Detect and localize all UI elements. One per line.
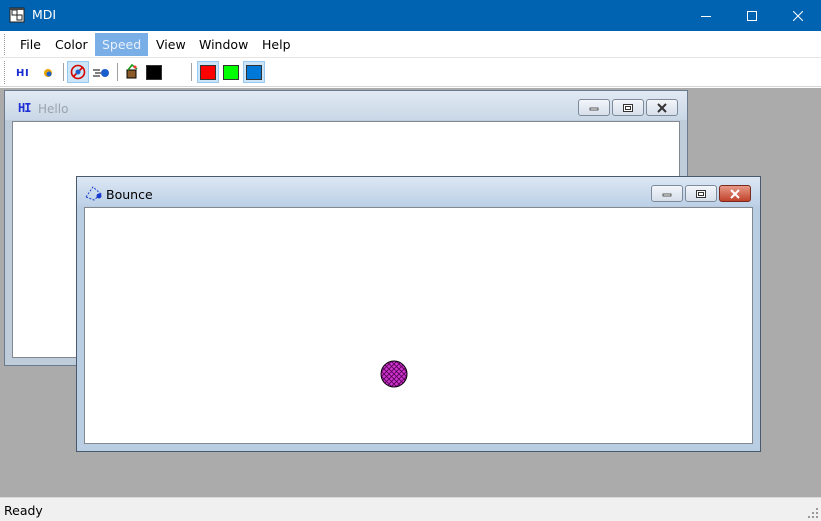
minimize-icon — [589, 107, 599, 110]
toolbar: H I — [0, 58, 821, 87]
paint-button[interactable] — [121, 61, 143, 83]
window-title: MDI — [32, 7, 57, 22]
restore-icon — [623, 103, 633, 112]
bounce-restore-button[interactable] — [685, 185, 717, 202]
menu-bar: File Color Speed View Window Help — [0, 31, 821, 58]
close-button[interactable] — [775, 0, 821, 31]
close-icon — [793, 10, 803, 21]
minimize-button[interactable] — [683, 0, 729, 31]
new-hello-button[interactable]: H I — [12, 61, 34, 83]
toolbar-separator — [191, 63, 192, 81]
menu-color[interactable]: Color — [48, 33, 95, 56]
minimize-icon — [701, 15, 711, 17]
new-bounce-button[interactable] — [37, 61, 59, 83]
menu-window[interactable]: Window — [192, 33, 255, 56]
color-blue-button[interactable] — [243, 61, 265, 83]
color-black-button[interactable] — [143, 61, 165, 83]
stop-icon — [70, 64, 86, 80]
ball-icon — [44, 69, 52, 77]
status-text: Ready — [4, 503, 43, 518]
hello-minimize-button[interactable] — [578, 99, 610, 116]
close-icon — [730, 188, 740, 199]
toolbar-separator — [63, 63, 64, 81]
menu-file[interactable]: File — [13, 33, 48, 56]
menu-speed[interactable]: Speed — [95, 33, 149, 56]
paint-icon — [126, 64, 138, 79]
color-swatch-black — [146, 64, 162, 80]
stop-button[interactable] — [67, 61, 89, 83]
app-icon — [9, 7, 25, 23]
bounce-minimize-button[interactable] — [651, 185, 683, 202]
maximize-button[interactable] — [729, 0, 775, 31]
close-icon — [657, 102, 667, 113]
minimize-icon — [662, 193, 672, 196]
color-swatch-blue — [246, 64, 262, 80]
color-red-button[interactable] — [197, 61, 219, 83]
color-green-button[interactable] — [220, 61, 242, 83]
fast-button[interactable] — [90, 61, 112, 83]
hello-restore-button[interactable] — [612, 99, 644, 116]
hello-title-bar[interactable]: HI Hello — [5, 91, 687, 120]
bounce-title-bar[interactable]: Bounce — [77, 177, 760, 206]
toolbar-separator — [117, 63, 118, 81]
bounce-window[interactable]: Bounce — [76, 176, 761, 452]
toolbar-grip[interactable] — [4, 61, 7, 84]
bounce-client-area — [84, 207, 753, 444]
restore-icon — [696, 189, 706, 198]
hello-window-title: Hello — [38, 102, 69, 116]
size-grip-icon[interactable] — [807, 507, 819, 519]
maximize-icon — [747, 10, 757, 21]
menu-grip[interactable] — [4, 34, 7, 55]
hello-close-button[interactable] — [646, 99, 678, 116]
hello-icon: H I — [16, 68, 29, 79]
color-swatch-red — [200, 64, 216, 80]
bounce-close-button[interactable] — [719, 185, 751, 202]
menu-help[interactable]: Help — [255, 33, 298, 56]
hello-window-icon: HI — [18, 101, 31, 115]
bounce-window-title: Bounce — [106, 187, 153, 202]
main-title-bar[interactable]: MDI — [0, 0, 821, 31]
bouncing-ball — [380, 360, 408, 388]
menu-view[interactable]: View — [149, 33, 193, 56]
svg-text:I: I — [25, 68, 29, 79]
fast-ball-icon — [93, 69, 109, 77]
svg-text:H: H — [16, 68, 24, 79]
bounce-window-icon — [85, 186, 102, 201]
status-bar: Ready — [0, 497, 821, 521]
color-swatch-green — [223, 64, 239, 80]
